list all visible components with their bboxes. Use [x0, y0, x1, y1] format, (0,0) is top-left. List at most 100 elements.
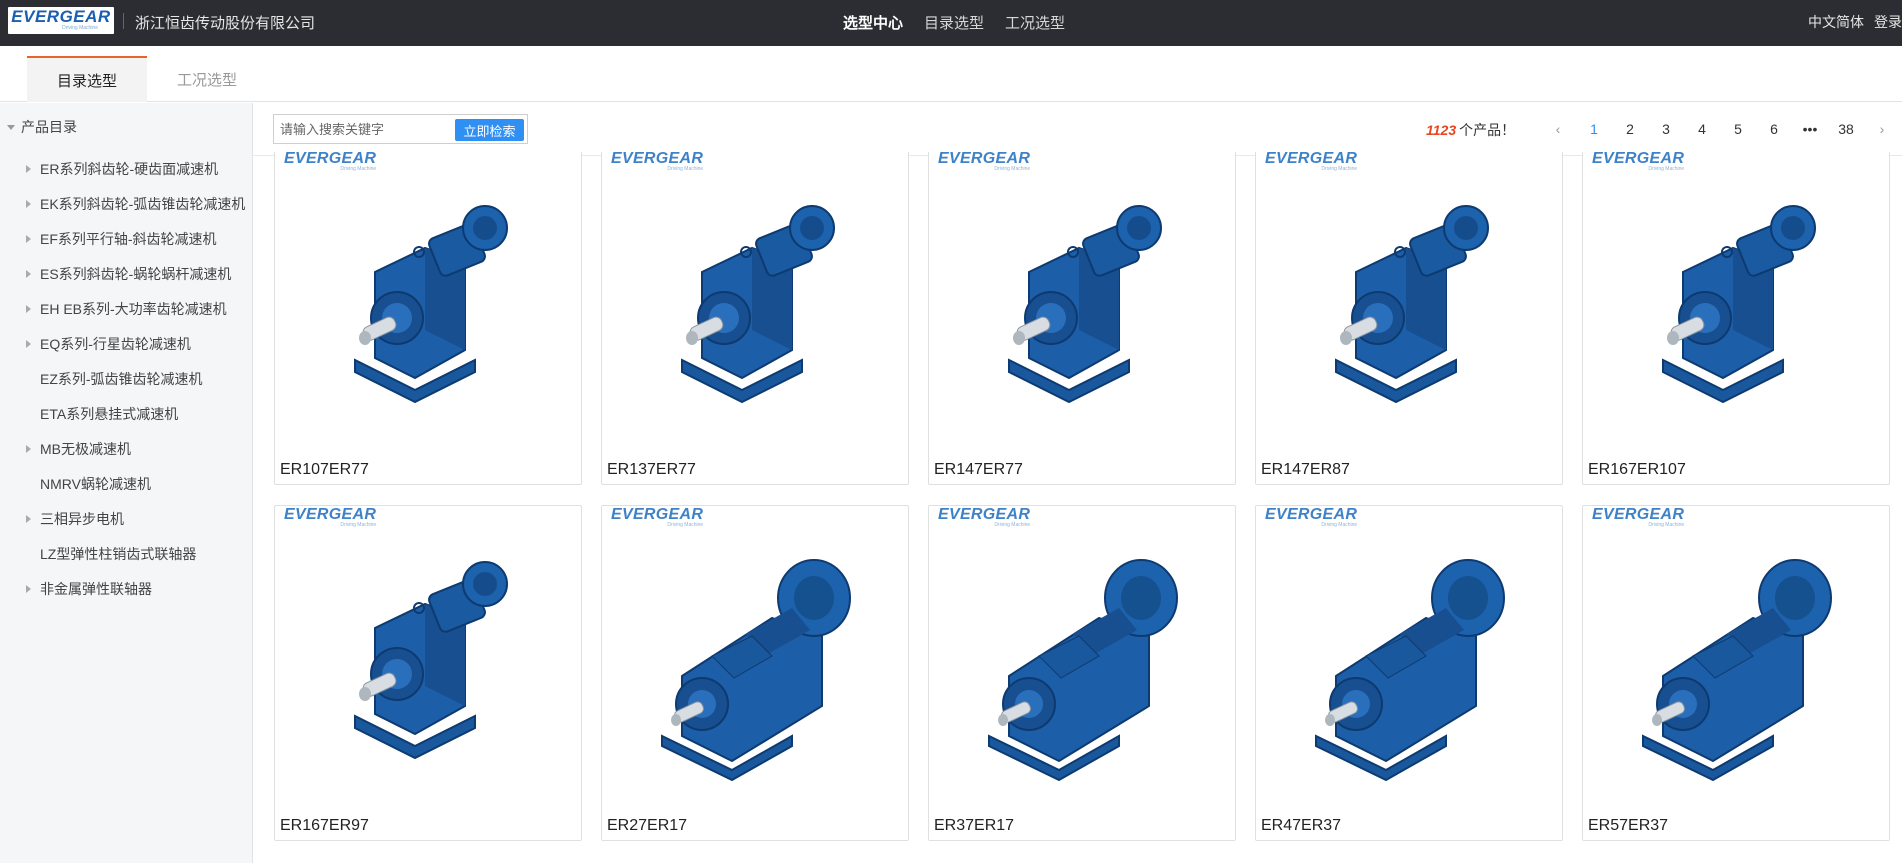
card-brand-logo: EVERGEAR Driving Machine: [1265, 506, 1358, 529]
sidebar-item[interactable]: ES系列斜齿轮-蜗轮蜗杆减速机: [26, 256, 245, 291]
card-brand-wordmark: EVERGEAR: [284, 506, 377, 523]
product-name[interactable]: ER57ER37: [1588, 817, 1668, 835]
product-name[interactable]: ER47ER37: [1261, 817, 1341, 835]
product-card[interactable]: EVERGEAR Driving Machine ER57ER37: [1582, 505, 1890, 841]
sidebar-item[interactable]: NMRV蜗轮减速机: [26, 466, 245, 501]
result-count: 1123 个产品！: [1426, 120, 1515, 140]
card-brand-wordmark: EVERGEAR: [284, 152, 377, 167]
sidebar-item[interactable]: EZ系列-弧齿锥齿轮减速机: [26, 361, 245, 396]
product-card[interactable]: EVERGEAR Driving Machine ER147ER77: [928, 152, 1236, 485]
sidebar-item-label: EK系列斜齿轮-弧齿锥齿轮减速机: [40, 195, 246, 212]
sidebar-item-label: NMRV蜗轮减速机: [40, 475, 151, 492]
sidebar-item[interactable]: 三相异步电机: [26, 501, 245, 536]
sidebar-item-label: ER系列斜齿轮-硬齿面减速机: [40, 160, 219, 177]
card-brand-wordmark: EVERGEAR: [611, 152, 704, 167]
gear-reducer-image: [681, 205, 835, 404]
product-card[interactable]: EVERGEAR Driving Machine ER107ER77: [274, 152, 582, 485]
card-brand-wordmark: EVERGEAR: [938, 152, 1031, 167]
top-nav: 选型中心 目录选型 工况选型: [843, 12, 1065, 33]
product-name[interactable]: ER37ER17: [934, 817, 1014, 835]
product-name[interactable]: ER167ER107: [1588, 461, 1686, 479]
product-card[interactable]: EVERGEAR Driving Machine ER47ER37: [1255, 505, 1563, 841]
sidebar-item[interactable]: EH EB系列-大功率齿轮减速机: [26, 291, 245, 326]
product-name[interactable]: ER137ER77: [607, 461, 696, 479]
card-brand-logo: EVERGEAR Driving Machine: [1592, 152, 1684, 172]
page-number[interactable]: 1: [1576, 121, 1612, 137]
sidebar-item-label: MB无极减速机: [40, 440, 131, 457]
result-count-number: 1123: [1426, 122, 1457, 138]
caret-right-icon: [26, 234, 31, 243]
page-number[interactable]: 6: [1756, 121, 1792, 137]
gear-reducer-image: [1335, 205, 1489, 404]
gear-reducer-image: [1008, 205, 1162, 404]
product-card[interactable]: EVERGEAR Driving Machine ER37ER17: [928, 505, 1236, 841]
card-brand-wordmark: EVERGEAR: [1592, 506, 1685, 523]
product-catalog-sidebar: 产品目录 ER系列斜齿轮-硬齿面减速机 EK系列斜齿轮-弧齿锥齿轮减速机 EF系列平…: [0, 103, 253, 863]
product-card[interactable]: EVERGEAR Driving Machine ER167ER97: [274, 505, 582, 841]
page-number[interactable]: 2: [1612, 121, 1648, 137]
product-card[interactable]: EVERGEAR Driving Machine ER137ER77: [601, 152, 909, 485]
sidebar-item[interactable]: MB无极减速机: [26, 431, 245, 466]
product-name[interactable]: ER27ER17: [607, 817, 687, 835]
product-name[interactable]: ER107ER77: [280, 461, 369, 479]
product-name[interactable]: ER167ER97: [280, 817, 369, 835]
caret-right-icon: [26, 444, 31, 453]
search-box: 立即检索: [273, 114, 528, 144]
page-ellipsis[interactable]: •••: [1792, 121, 1828, 137]
nav-selection-center[interactable]: 选型中心: [843, 12, 903, 33]
card-brand-wordmark: EVERGEAR: [1265, 152, 1358, 167]
prev-page-icon[interactable]: ‹: [1540, 121, 1576, 137]
sidebar-item[interactable]: ER系列斜齿轮-硬齿面减速机: [26, 151, 245, 186]
product-name[interactable]: ER147ER77: [934, 461, 1023, 479]
login-link[interactable]: 登录: [1874, 12, 1902, 32]
card-brand-logo: EVERGEAR Driving Machine: [1265, 152, 1357, 172]
top-right-actions: 中文简体 登录: [1808, 12, 1902, 32]
page-number[interactable]: 4: [1684, 121, 1720, 137]
caret-right-icon: [26, 164, 31, 173]
sidebar-item-label: LZ型弹性柱销齿式联轴器: [40, 545, 197, 562]
card-brand-logo: EVERGEAR Driving Machine: [284, 506, 377, 529]
sidebar-item-label: EZ系列-弧齿锥齿轮减速机: [40, 370, 203, 387]
caret-right-icon: [26, 584, 31, 593]
tab-catalog-selection[interactable]: 目录选型: [27, 56, 147, 102]
product-card[interactable]: EVERGEAR Driving Machine ER167ER107: [1582, 152, 1890, 485]
card-brand-logo: EVERGEAR Driving Machine: [938, 152, 1030, 172]
sidebar-item[interactable]: ETA系列悬挂式减速机: [26, 396, 245, 431]
nav-condition-selection[interactable]: 工况选型: [1005, 12, 1065, 33]
card-brand-wordmark: EVERGEAR: [611, 506, 704, 523]
next-page-icon[interactable]: ›: [1864, 121, 1900, 137]
card-brand-logo: EVERGEAR Driving Machine: [938, 507, 1030, 529]
tab-condition-selection[interactable]: 工况选型: [147, 56, 267, 102]
gear-reducer-image: [1315, 559, 1505, 782]
search-input[interactable]: [280, 116, 450, 142]
search-button[interactable]: 立即检索: [455, 119, 524, 141]
nav-catalog-selection[interactable]: 目录选型: [924, 12, 984, 33]
caret-down-icon: [7, 124, 15, 130]
product-name[interactable]: ER147ER87: [1261, 461, 1350, 479]
sidebar-item[interactable]: LZ型弹性柱销齿式联轴器: [26, 536, 245, 571]
sidebar-item[interactable]: EQ系列-行星齿轮减速机: [26, 326, 245, 361]
card-brand-logo: EVERGEAR Driving Machine: [1592, 506, 1685, 529]
card-brand-logo: EVERGEAR Driving Machine: [611, 152, 703, 172]
company-name: 浙江恒齿传动股份有限公司: [135, 15, 316, 32]
product-card[interactable]: EVERGEAR Driving Machine ER27ER17: [601, 505, 909, 841]
caret-right-icon: [26, 304, 31, 313]
card-brand-logo: EVERGEAR Driving Machine: [611, 506, 704, 529]
gear-reducer-image: [354, 561, 508, 760]
product-card[interactable]: EVERGEAR Driving Machine ER147ER87: [1255, 152, 1563, 485]
language-switch[interactable]: 中文简体: [1808, 12, 1864, 32]
logo-divider: [123, 13, 124, 29]
page-number[interactable]: 5: [1720, 121, 1756, 137]
sidebar-item[interactable]: 非金属弹性联轴器: [26, 571, 245, 606]
sidebar-item[interactable]: EF系列平行轴-斜齿轮减速机: [26, 221, 245, 256]
card-brand-wordmark: EVERGEAR: [1265, 506, 1358, 523]
page-number[interactable]: 3: [1648, 121, 1684, 137]
catalog-root[interactable]: 产品目录: [7, 117, 77, 137]
logo-tagline: Driving Machine: [62, 25, 98, 31]
page-number[interactable]: 38: [1828, 121, 1864, 137]
card-brand-wordmark: EVERGEAR: [1592, 152, 1685, 167]
pagination: ‹ 1 2 3 4 5 6 ••• 38 ›: [1540, 117, 1900, 141]
sidebar-item[interactable]: EK系列斜齿轮-弧齿锥齿轮减速机: [26, 186, 245, 221]
evergear-logo[interactable]: EVERGEAR Driving Machine: [8, 7, 114, 34]
result-count-suffix: 个产品！: [1459, 122, 1516, 138]
